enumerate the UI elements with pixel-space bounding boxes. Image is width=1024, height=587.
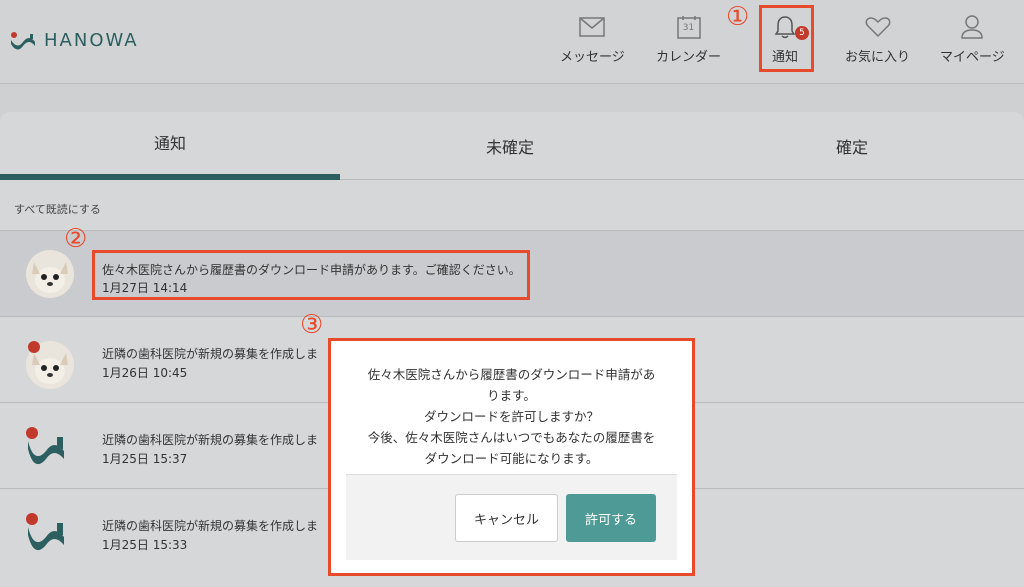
- app-header: HANOWA メッセージ 31 カレンダー 5 通知 お気に入り マイページ: [0, 0, 1024, 84]
- unread-dot: [26, 427, 38, 439]
- callout-number-1: ①: [726, 2, 750, 32]
- notification-message: 近隣の歯科医院が新規の募集を作成しま: [102, 347, 319, 361]
- confirm-download-dialog: 佐々木医院さんから履歴書のダウンロード申請があ ります。 ダウンロードを許可しま…: [346, 354, 677, 560]
- calendar-icon: 31: [675, 14, 703, 40]
- dialog-line: ダウンロード可能になります。: [424, 451, 599, 466]
- notification-message: 近隣の歯科医院が新規の募集を作成しま: [102, 433, 319, 447]
- dog-avatar: [26, 250, 74, 298]
- nav-messages[interactable]: メッセージ: [560, 14, 625, 65]
- tab-notifications[interactable]: 通知: [0, 108, 340, 176]
- envelope-icon: [578, 14, 606, 40]
- callout-box-2: [92, 250, 530, 300]
- callout-number-2: ②: [64, 224, 88, 254]
- nav-mypage-label: マイページ: [940, 50, 1005, 65]
- callout-box-3: 佐々木医院さんから履歴書のダウンロード申請があ ります。 ダウンロードを許可しま…: [328, 338, 695, 576]
- dialog-footer: キャンセル 許可する: [346, 474, 677, 560]
- dialog-line: ります。: [487, 388, 536, 403]
- allow-button[interactable]: 許可する: [566, 494, 656, 542]
- tab-unconfirmed[interactable]: 未確定: [340, 112, 680, 180]
- unread-dot: [28, 341, 40, 353]
- calendar-day: 31: [682, 23, 695, 33]
- hanowa-logo[interactable]: HANOWA: [10, 30, 139, 51]
- logo-text: HANOWA: [44, 30, 139, 51]
- tab-confirmed[interactable]: 確定: [680, 112, 1024, 180]
- notification-date: 1月26日 10:45: [102, 366, 188, 380]
- nav-calendar-label: カレンダー: [656, 50, 722, 65]
- notification-message: 近隣の歯科医院が新規の募集を作成しま: [102, 519, 319, 533]
- dialog-line: 今後、佐々木医院さんはいつでもあなたの履歴書を: [367, 430, 656, 445]
- dialog-line: ダウンロードを許可しますか？: [423, 409, 599, 424]
- user-icon: [958, 14, 986, 40]
- nav-messages-label: メッセージ: [560, 50, 625, 65]
- hanowa-logo-icon: [11, 31, 35, 50]
- notification-date: 1月25日 15:33: [102, 538, 188, 552]
- unread-dot: [26, 513, 38, 525]
- callout-number-3: ③: [300, 310, 324, 340]
- tab-bar: 通知 未確定 確定: [0, 112, 1024, 180]
- dialog-line: 佐々木医院さんから履歴書のダウンロード申請があ: [367, 367, 656, 382]
- dialog-message: 佐々木医院さんから履歴書のダウンロード申請があ ります。 ダウンロードを許可しま…: [346, 364, 677, 469]
- nav-calendar[interactable]: 31 カレンダー: [656, 14, 721, 65]
- nav-favorites-label: お気に入り: [845, 50, 911, 65]
- mark-all-read-link[interactable]: すべて既読にする: [14, 201, 101, 217]
- nav-mypage[interactable]: マイページ: [940, 14, 1005, 65]
- heart-icon: [864, 14, 892, 40]
- cancel-button[interactable]: キャンセル: [455, 494, 558, 542]
- notification-date: 1月25日 15:37: [102, 452, 188, 466]
- active-tab-indicator: [0, 174, 340, 180]
- nav-favorites[interactable]: お気に入り: [845, 14, 910, 65]
- callout-box-1: [759, 5, 814, 72]
